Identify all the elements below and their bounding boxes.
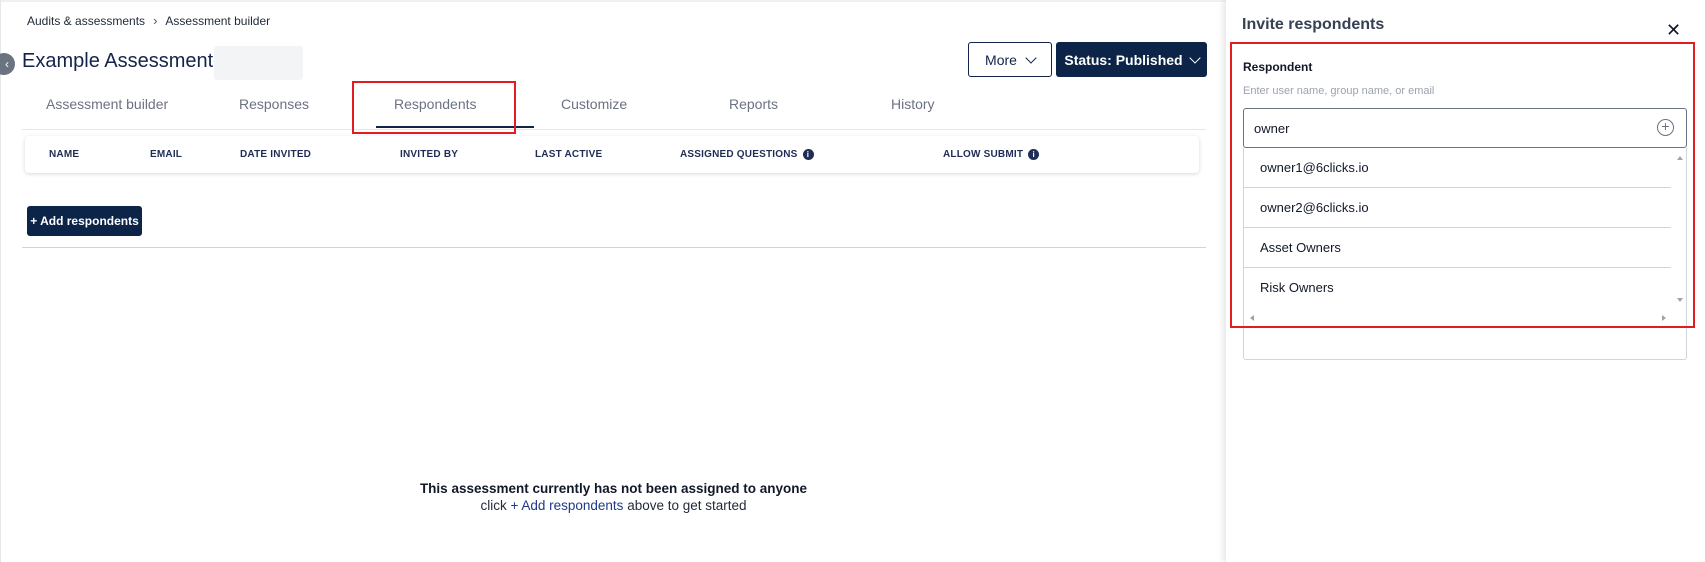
tab-customize[interactable]: Customize — [561, 96, 627, 112]
title-badge-placeholder — [214, 46, 303, 80]
add-respondents-link[interactable]: + Add respondents — [510, 498, 623, 513]
empty-state: This assessment currently has not been a… — [1, 481, 1226, 513]
column-date-invited: DATE INVITED — [240, 149, 312, 160]
column-invited-by: INVITED BY — [400, 149, 459, 160]
highlight-box-tab — [352, 81, 516, 134]
empty-state-pre: click — [480, 498, 511, 513]
breadcrumb-audits[interactable]: Audits & assessments — [27, 14, 145, 28]
tab-history[interactable]: History — [891, 96, 935, 112]
status-button-label: Status: Published — [1064, 51, 1183, 68]
breadcrumb: Audits & assessments › Assessment builde… — [27, 13, 270, 28]
chevron-down-icon — [1188, 51, 1201, 64]
empty-state-subtitle: click + Add respondents above to get sta… — [1, 498, 1226, 513]
tab-responses[interactable]: Responses — [239, 96, 309, 112]
main-content: Audits & assessments › Assessment builde… — [0, 0, 1226, 562]
add-respondents-button[interactable]: + Add respondents — [27, 206, 142, 236]
tab-bar: Assessment builder Responses Respondents… — [22, 80, 1206, 130]
page-title: Example Assessment — [22, 50, 214, 72]
divider — [22, 247, 1206, 248]
column-email: EMAIL — [150, 149, 183, 160]
breadcrumb-assessment-builder[interactable]: Assessment builder — [165, 14, 270, 28]
column-assigned-questions: ASSIGNED QUESTIONS i — [680, 149, 814, 160]
top-border — [1, 0, 1226, 2]
empty-state-post: above to get started — [623, 498, 747, 513]
more-button-label: More — [985, 51, 1017, 68]
column-allow-submit-label: ALLOW SUBMIT — [943, 149, 1024, 160]
info-icon[interactable]: i — [1028, 149, 1040, 160]
column-allow-submit: ALLOW SUBMIT i — [943, 149, 1040, 160]
column-assigned-questions-label: ASSIGNED QUESTIONS — [680, 149, 798, 160]
info-icon[interactable]: i — [802, 149, 814, 160]
close-icon[interactable]: ✕ — [1666, 20, 1681, 41]
status-button[interactable]: Status: Published — [1056, 42, 1207, 77]
tab-reports[interactable]: Reports — [729, 96, 778, 112]
back-arrow-icon[interactable]: ‹ — [0, 53, 15, 75]
tab-assessment-builder[interactable]: Assessment builder — [46, 96, 168, 112]
chevron-down-icon — [1025, 51, 1037, 64]
table-header: NAME EMAIL DATE INVITED INVITED BY LAST … — [25, 136, 1199, 173]
highlight-box-respondent — [1230, 42, 1695, 328]
empty-state-title: This assessment currently has not been a… — [419, 481, 808, 496]
more-button[interactable]: More — [968, 42, 1052, 77]
panel-title: Invite respondents — [1242, 16, 1385, 33]
column-last-active: LAST ACTIVE — [535, 149, 603, 160]
column-name: NAME — [49, 149, 80, 160]
chevron-right-icon: › — [153, 13, 158, 28]
